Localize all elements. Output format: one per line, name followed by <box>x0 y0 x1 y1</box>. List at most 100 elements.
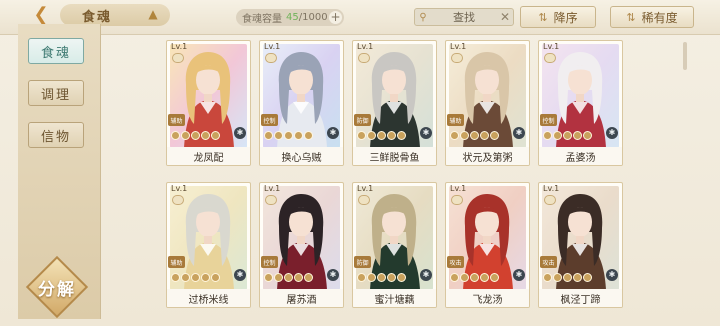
star-icon <box>397 131 406 140</box>
gear-icon: ✱ <box>234 127 246 139</box>
food-soul-card[interactable]: Lv.1 辅助 ✱ 龙凤配 <box>166 40 251 166</box>
top-bar: ❮ 食魂 ▲ 食魂容量 45/1000 + ⚲ 查找 ✕ ⇅ 降序 ⇅ 稀有度 <box>0 0 720 35</box>
card-name: 蜜汁塘藕 <box>353 289 436 307</box>
star-icon <box>583 273 592 282</box>
favorite-icon[interactable] <box>544 195 556 205</box>
star-icon <box>191 273 200 282</box>
star-icon <box>264 131 273 140</box>
rarity-stars <box>357 131 406 140</box>
close-icon[interactable]: ✕ <box>497 10 513 24</box>
favorite-icon[interactable] <box>358 53 370 63</box>
level-label: Lv.1 <box>357 184 374 193</box>
plus-icon[interactable]: + <box>329 11 342 24</box>
card-name: 屠苏酒 <box>260 289 343 307</box>
decompose-label: 分解 <box>38 279 76 300</box>
star-icon <box>171 273 180 282</box>
star-icon <box>357 131 366 140</box>
card-name: 过桥米线 <box>167 289 250 307</box>
star-icon <box>294 273 303 282</box>
star-icon <box>181 273 190 282</box>
star-icon <box>397 273 406 282</box>
star-icon <box>573 273 582 282</box>
star-icon <box>201 131 210 140</box>
sort-field-button[interactable]: ⇅ 稀有度 <box>610 6 694 28</box>
food-soul-card[interactable]: Lv.1 防御 ✱ 蜜汁塘藕 <box>352 182 437 308</box>
gear-icon: ✱ <box>606 127 618 139</box>
food-soul-card[interactable]: Lv.1 攻击 ✱ 枫泾丁蹄 <box>538 182 623 308</box>
favorite-icon[interactable] <box>265 53 277 63</box>
star-icon <box>460 131 469 140</box>
level-label: Lv.1 <box>171 184 188 193</box>
star-icon <box>304 273 313 282</box>
star-icon <box>553 131 562 140</box>
rarity-stars <box>543 273 592 282</box>
gear-icon: ✱ <box>327 269 339 281</box>
star-icon <box>377 131 386 140</box>
sidebar-item-tokens[interactable]: 信物 <box>28 122 84 148</box>
favorite-icon[interactable] <box>544 53 556 63</box>
sidebar-item-recipes[interactable]: 调理 <box>28 80 84 106</box>
star-icon <box>490 131 499 140</box>
card-name: 枫泾丁蹄 <box>539 289 622 307</box>
star-icon <box>470 273 479 282</box>
role-tag: 攻击 <box>540 256 557 268</box>
level-label: Lv.1 <box>264 42 281 51</box>
star-icon <box>583 131 592 140</box>
star-icon <box>553 273 562 282</box>
sidebar-item-food-souls[interactable]: 食魂 <box>28 38 84 64</box>
star-icon <box>460 273 469 282</box>
star-icon <box>470 131 479 140</box>
star-icon <box>274 131 283 140</box>
star-icon <box>387 273 396 282</box>
food-soul-card[interactable]: Lv.1 控制 ✱ 孟婆汤 <box>538 40 623 166</box>
rarity-stars <box>543 131 592 140</box>
food-soul-card[interactable]: Lv.1 控制 ✱ 换心乌贼 <box>259 40 344 166</box>
star-icon <box>274 273 283 282</box>
favorite-icon[interactable] <box>172 195 184 205</box>
gear-icon: ✱ <box>420 269 432 281</box>
food-soul-card[interactable]: Lv.1 辅助 ✱ 过桥米线 <box>166 182 251 308</box>
star-icon <box>387 131 396 140</box>
search-box[interactable]: ⚲ 查找 ✕ <box>414 8 514 26</box>
star-icon <box>563 273 572 282</box>
star-icon <box>211 131 220 140</box>
food-soul-card[interactable]: Lv.1 控制 ✱ 屠苏酒 <box>259 182 344 308</box>
star-icon <box>284 131 293 140</box>
star-icon <box>480 273 489 282</box>
role-tag: 控制 <box>261 114 278 126</box>
role-tag: 防御 <box>354 256 371 268</box>
search-icon: ⚲ <box>419 11 427 23</box>
star-icon <box>211 273 220 282</box>
star-icon <box>284 273 293 282</box>
level-label: Lv.1 <box>171 42 188 51</box>
favorite-icon[interactable] <box>451 53 463 63</box>
star-icon <box>450 131 459 140</box>
food-soul-card[interactable]: Lv.1 防御 ✱ 三鲜脱骨鱼 <box>352 40 437 166</box>
level-label: Lv.1 <box>543 184 560 193</box>
rarity-stars <box>264 273 313 282</box>
gear-icon: ✱ <box>513 127 525 139</box>
favorite-icon[interactable] <box>358 195 370 205</box>
star-icon <box>543 273 552 282</box>
level-label: Lv.1 <box>450 184 467 193</box>
scrollbar[interactable] <box>683 42 687 70</box>
sort-icon: ⇅ <box>538 10 548 24</box>
rarity-stars <box>450 131 499 140</box>
card-name: 飞龙汤 <box>446 289 529 307</box>
level-label: Lv.1 <box>543 42 560 51</box>
favorite-icon[interactable] <box>172 53 184 63</box>
card-name: 三鲜脱骨鱼 <box>353 147 436 165</box>
back-button[interactable]: ❮ <box>26 3 56 25</box>
food-soul-card[interactable]: Lv.1 辅助 ✱ 状元及第粥 <box>445 40 530 166</box>
search-label: 查找 <box>453 11 475 24</box>
food-soul-card[interactable]: Lv.1 攻击 ✱ 飞龙汤 <box>445 182 530 308</box>
sort-order-button[interactable]: ⇅ 降序 <box>520 6 596 28</box>
decompose-button[interactable]: 分解 <box>25 255 89 319</box>
role-tag: 辅助 <box>168 256 185 268</box>
rarity-stars <box>357 273 406 282</box>
star-icon <box>573 131 582 140</box>
food-soul-grid: Lv.1 辅助 ✱ 龙凤配 Lv.1 控制 ✱ 换心乌贼 Lv.1 防御 ✱ 三… <box>166 40 626 325</box>
star-icon <box>367 273 376 282</box>
favorite-icon[interactable] <box>265 195 277 205</box>
favorite-icon[interactable] <box>451 195 463 205</box>
